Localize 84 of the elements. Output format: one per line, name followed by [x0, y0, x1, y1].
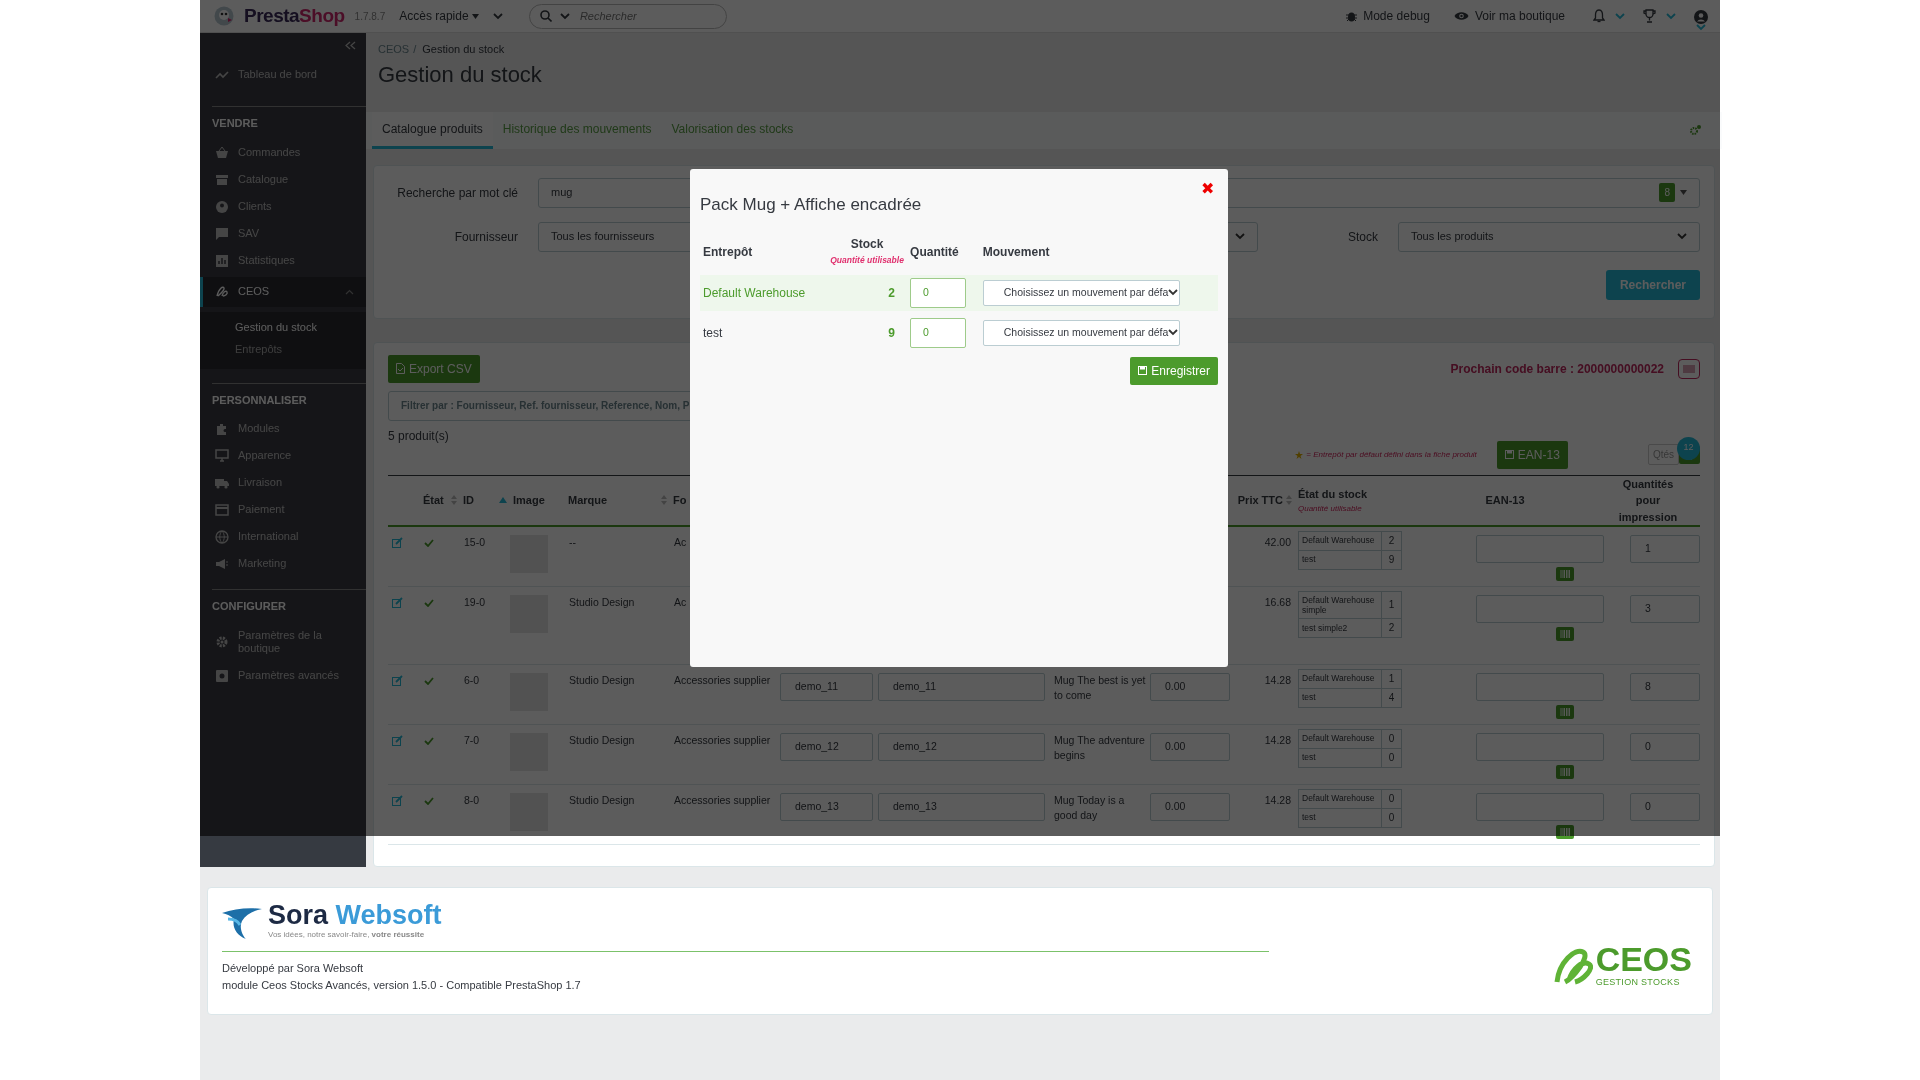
field-label: Fournisseur [453, 228, 519, 246]
column-header: Mouvement [982, 244, 1050, 259]
table-cell: Accessories supplier [674, 733, 771, 746]
brand-logo: Sora Websoft [268, 902, 442, 929]
page-title: Gestion du stock [377, 60, 543, 89]
table-cell: Accessories supplier [674, 793, 771, 806]
column-header: Quantités pour impression [1617, 476, 1679, 525]
table-cell: Studio Design [569, 733, 635, 746]
stock-quantity: 4 [1381, 688, 1402, 707]
warehouse-name: Default Warehouse [1298, 531, 1382, 550]
warehouse-name: test [1298, 688, 1382, 707]
ceos-logo-subtitle: GESTION STOCKS [1595, 976, 1681, 990]
stock-quantity: 1 [1381, 669, 1402, 688]
stock-quantity: 0 [1381, 789, 1402, 808]
warehouse-name: Default Warehouse [1298, 789, 1382, 808]
table-cell: 14.28 [1264, 793, 1291, 806]
table-cell: 7-0 [464, 733, 480, 746]
product-name: Mug The adventure begins [1054, 733, 1145, 762]
table-cell: Studio Design [569, 673, 635, 686]
stock-quantity: 2 [1381, 531, 1402, 550]
table-cell: 14.28 [1264, 673, 1291, 686]
table-cell: Accessories supplier [674, 673, 771, 686]
product-name: Mug The best is yet to come [1054, 673, 1146, 702]
table-cell: -- [569, 535, 576, 548]
column-header: Entrepôt [703, 244, 753, 259]
warehouse-name: test [1298, 748, 1382, 767]
column-header: Quantité [910, 244, 959, 259]
warehouse-name: test [1298, 808, 1382, 827]
section-heading: PERSONNALISER [211, 392, 308, 408]
stock-quantity: 0 [1381, 729, 1402, 748]
stock-quantity: 0 [1381, 808, 1402, 827]
warehouse-name: Default Warehouse simple [1298, 591, 1382, 619]
product-count: 5 produit(s) [388, 427, 449, 445]
field-label: Recherche par mot clé [396, 184, 519, 202]
warehouse-name: Default Warehouse [703, 285, 806, 300]
table-cell: 16.68 [1264, 595, 1291, 608]
table-cell: 19-0 [464, 595, 485, 608]
table-cell: Ac [674, 595, 687, 608]
next-barcode-text: Prochain code barre : 2000000000022 [1450, 360, 1664, 378]
column-header: EAN-13 [1485, 494, 1525, 506]
stock-quantity: 9 [1381, 550, 1402, 569]
count-badge: 8 [1659, 183, 1675, 202]
column-header: Marque [568, 494, 608, 506]
tagline: Vos idées, notre savoir-faire, votre réussite [268, 929, 426, 941]
column-header: État du stock [1298, 488, 1368, 500]
table-cell: 42.00 [1264, 535, 1291, 548]
section-heading: CONFIGURER [211, 599, 287, 614]
ceos-logo-text: CEOS [1595, 942, 1692, 977]
field-label: Stock [1347, 228, 1379, 246]
table-cell: 8-0 [464, 793, 480, 806]
breadcrumb-current: Gestion du stock [422, 43, 505, 55]
stock-quantity: 9 [888, 325, 896, 340]
column-header: État [423, 494, 444, 506]
stock-quantity: 2 [1381, 618, 1402, 638]
developer-text: Développé par Sora Websoft [222, 961, 365, 976]
breadcrumb-separator: / [413, 43, 417, 55]
column-subtitle: Quantité utilisable [1298, 502, 1363, 515]
product-name: Mug Today is a good day [1054, 793, 1125, 822]
table-cell: 6-0 [464, 673, 480, 686]
table-cell: Studio Design [569, 595, 635, 608]
column-header: ID [463, 494, 474, 506]
warehouse-name: test [703, 325, 723, 340]
column-header: Stock [849, 236, 885, 254]
column-header: Fo [673, 494, 687, 506]
table-cell: Ac [674, 535, 687, 548]
table-cell: Studio Design [569, 793, 635, 806]
stock-quantity: 0 [1381, 748, 1402, 767]
warehouse-name: test [1298, 550, 1382, 569]
stock-quantity: 2 [888, 285, 896, 300]
section-heading: VENDRE [211, 116, 259, 131]
column-subtitle: Quantité utilisable [830, 254, 905, 268]
warehouse-name: test simple2 [1298, 618, 1382, 638]
warehouse-name: Default Warehouse [1298, 729, 1382, 748]
column-header: Prix TTC [1237, 494, 1283, 506]
stock-quantity: 1 [1381, 591, 1402, 619]
module-info-text: module Ceos Stocks Avancés, version 1.5.0 - Compatible PrestaShop 1.7 [222, 977, 582, 993]
brand-logo: PrestaShop [244, 3, 345, 28]
table-cell: 14.28 [1264, 733, 1291, 746]
table-cell: 15-0 [464, 535, 485, 548]
warehouse-name: Default Warehouse [1298, 669, 1382, 688]
modal-title: Pack Mug + Affiche encadrée [700, 194, 923, 216]
column-header: Image [513, 494, 545, 506]
legend-text: = Entrepôt par défaut défini dans la fiche produit [1306, 448, 1477, 461]
notification-badge: 12 [1677, 436, 1700, 460]
